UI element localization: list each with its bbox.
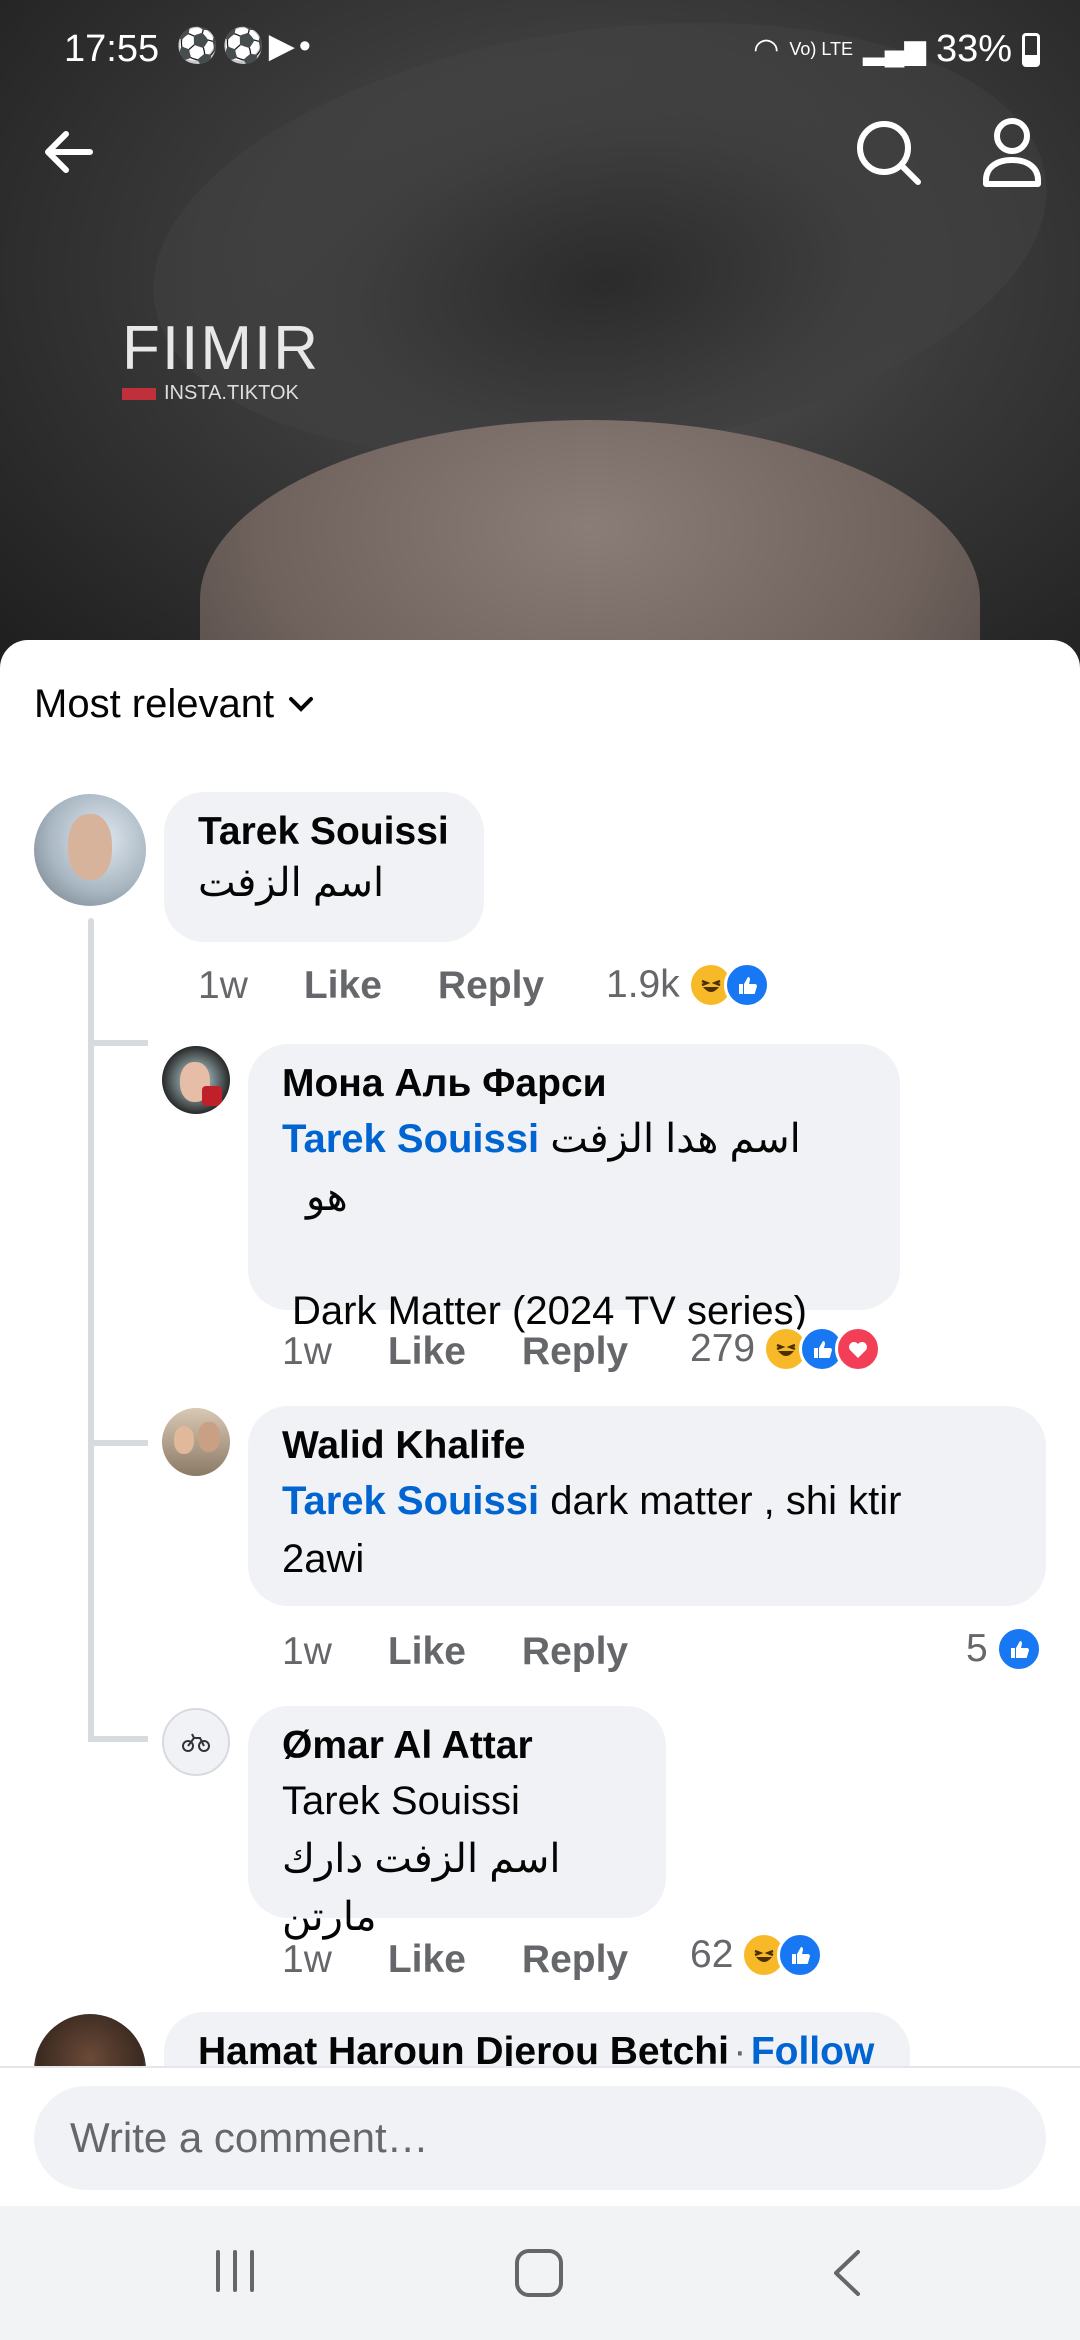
- comment-author[interactable]: Tarek Souissi: [198, 810, 450, 854]
- home-button[interactable]: [512, 2246, 566, 2305]
- reply-button[interactable]: Reply: [522, 1630, 628, 1674]
- reply-button[interactable]: Reply: [522, 1938, 628, 1982]
- like-button[interactable]: Like: [388, 1630, 466, 1674]
- avatar-face: [198, 1422, 220, 1452]
- comment-time: 1w: [282, 1330, 332, 1373]
- status-time: 17:55: [64, 28, 160, 70]
- love-icon: [835, 1326, 882, 1372]
- comment-bubble[interactable]: Ømar Al Attar Tarek Souissi اسم الزفت دا…: [248, 1706, 666, 1939]
- battery-percent: 33%: [935, 28, 1012, 70]
- like-button[interactable]: Like: [388, 1330, 466, 1374]
- signal-icon: ▂▄▆: [863, 34, 926, 65]
- comment-bubble[interactable]: Tarek Souissi اسم الزفت: [164, 792, 484, 942]
- comment-actions: 1w Like Reply: [282, 1938, 684, 1982]
- comment-input[interactable]: Write a comment…: [34, 2086, 1046, 2190]
- like-icon: [995, 1626, 1042, 1672]
- comment-text: اسم الزفت: [198, 861, 385, 905]
- arrow-left-icon: [45, 131, 93, 173]
- chevron-left-icon: [834, 2250, 860, 2296]
- video-watermark: FIIMIR INSTA.TIKTOK: [122, 318, 320, 405]
- dot-icon: •: [298, 27, 315, 65]
- like-icon: [723, 962, 770, 1008]
- comment-time: 1w: [282, 1630, 332, 1673]
- chevron-down-icon: [289, 696, 314, 712]
- reaction-summary[interactable]: 5: [966, 1626, 1042, 1672]
- comment-text-part: dark matter , shi ktir: [539, 1479, 902, 1523]
- avatar[interactable]: [162, 1046, 230, 1114]
- recent-apps-icon: [216, 2250, 254, 2292]
- comment-author[interactable]: Ømar Al Attar: [282, 1724, 632, 1768]
- thread-branch: [88, 1736, 148, 1742]
- comment-text: Tarek Souissi dark matter , shi ktir: [282, 1472, 1012, 1530]
- status-bar: 17:55 ⚽⚽▶• ◠ Vo) LTE ▂▄▆ 33%: [0, 0, 1080, 100]
- soccer-icon: ⚽: [176, 27, 223, 65]
- sort-label: Most relevant: [34, 682, 275, 726]
- search-icon: [857, 121, 921, 185]
- thread-branch: [88, 1040, 148, 1046]
- comment-author[interactable]: Walid Khalife: [282, 1424, 1012, 1468]
- reaction-summary[interactable]: 279: [690, 1326, 882, 1372]
- reaction-count: 5: [966, 1627, 988, 1670]
- reply-button[interactable]: Reply: [522, 1330, 628, 1374]
- comment-actions: 1w Like Reply: [282, 1630, 684, 1674]
- reaction-summary[interactable]: 1.9k: [606, 962, 770, 1008]
- profile-button[interactable]: [972, 112, 1052, 192]
- comment-author[interactable]: Мона Аль Фарси: [282, 1062, 866, 1106]
- like-icon: [777, 1932, 824, 1978]
- reaction-count: 62: [690, 1933, 734, 1976]
- soccer-icon: ⚽: [222, 27, 269, 65]
- watermark-subtitle: INSTA.TIKTOK: [164, 382, 299, 404]
- comment-text-line1: Tarek Souissi: [282, 1779, 520, 1823]
- battery-icon: [1022, 32, 1040, 67]
- search-button[interactable]: [848, 112, 928, 192]
- comment-text-arabic: اسم الزفت دارك مارتن: [282, 1837, 561, 1939]
- notification-icons: ⚽⚽▶•: [176, 26, 315, 66]
- avatar[interactable]: [162, 1408, 230, 1476]
- person-icon: [983, 118, 1041, 187]
- system-nav-bar: [0, 2206, 1080, 2340]
- reaction-count: 1.9k: [606, 963, 680, 1006]
- avatar[interactable]: [34, 794, 146, 906]
- comments-sheet: Most relevant Tarek Souissi اسم الزفت 1w…: [0, 640, 1080, 2206]
- like-button[interactable]: Like: [388, 1938, 466, 1982]
- home-icon: [515, 2249, 563, 2297]
- watermark-title: FIIMIR: [122, 314, 320, 383]
- youtube-icon: ▶: [268, 27, 299, 65]
- comment-text-line2: 2awi: [282, 1537, 365, 1581]
- comment-bubble[interactable]: Мона Аль Фарси Tarek Souissi اسم هدا الز…: [248, 1044, 900, 1333]
- avatar-face: [174, 1426, 194, 1454]
- comment-time: 1w: [282, 1938, 332, 1981]
- avatar-detail: [202, 1086, 222, 1106]
- comment-actions: 1w Like Reply: [282, 1330, 684, 1374]
- like-button[interactable]: Like: [304, 964, 382, 1008]
- sort-dropdown[interactable]: Most relevant: [34, 682, 314, 727]
- avatar[interactable]: [162, 1708, 230, 1776]
- back-nav-button[interactable]: [822, 2246, 872, 2305]
- comment-bubble[interactable]: Walid Khalife Tarek Souissi dark matter …: [248, 1406, 1046, 1606]
- watermark-sub: INSTA.TIKTOK: [122, 382, 320, 405]
- mention-link[interactable]: Tarek Souissi: [282, 1117, 539, 1161]
- mention-link[interactable]: Tarek Souissi: [282, 1479, 539, 1523]
- reply-button[interactable]: Reply: [438, 964, 544, 1008]
- thread-branch: [88, 1440, 148, 1446]
- recent-apps-button[interactable]: [210, 2246, 260, 2301]
- back-button[interactable]: [28, 112, 108, 192]
- flag-icon: [122, 387, 156, 400]
- comment-input-placeholder: Write a comment…: [70, 2114, 429, 2161]
- avatar-face: [68, 814, 112, 880]
- comment-text: Tarek Souissi اسم هدا الزفت هو: [282, 1110, 866, 1226]
- reaction-count: 279: [690, 1327, 756, 1370]
- comment-composer: Write a comment…: [0, 2066, 1080, 2208]
- status-right: ◠ Vo) LTE ▂▄▆ 33%: [753, 28, 1040, 71]
- reaction-summary[interactable]: 62: [690, 1932, 824, 1978]
- wifi-icon: ◠: [753, 33, 780, 66]
- network-label: Vo) LTE: [789, 39, 854, 59]
- comment-time: 1w: [198, 964, 248, 1007]
- comment-actions: 1w Like Reply: [198, 964, 600, 1008]
- bicycle-icon: [182, 1733, 210, 1752]
